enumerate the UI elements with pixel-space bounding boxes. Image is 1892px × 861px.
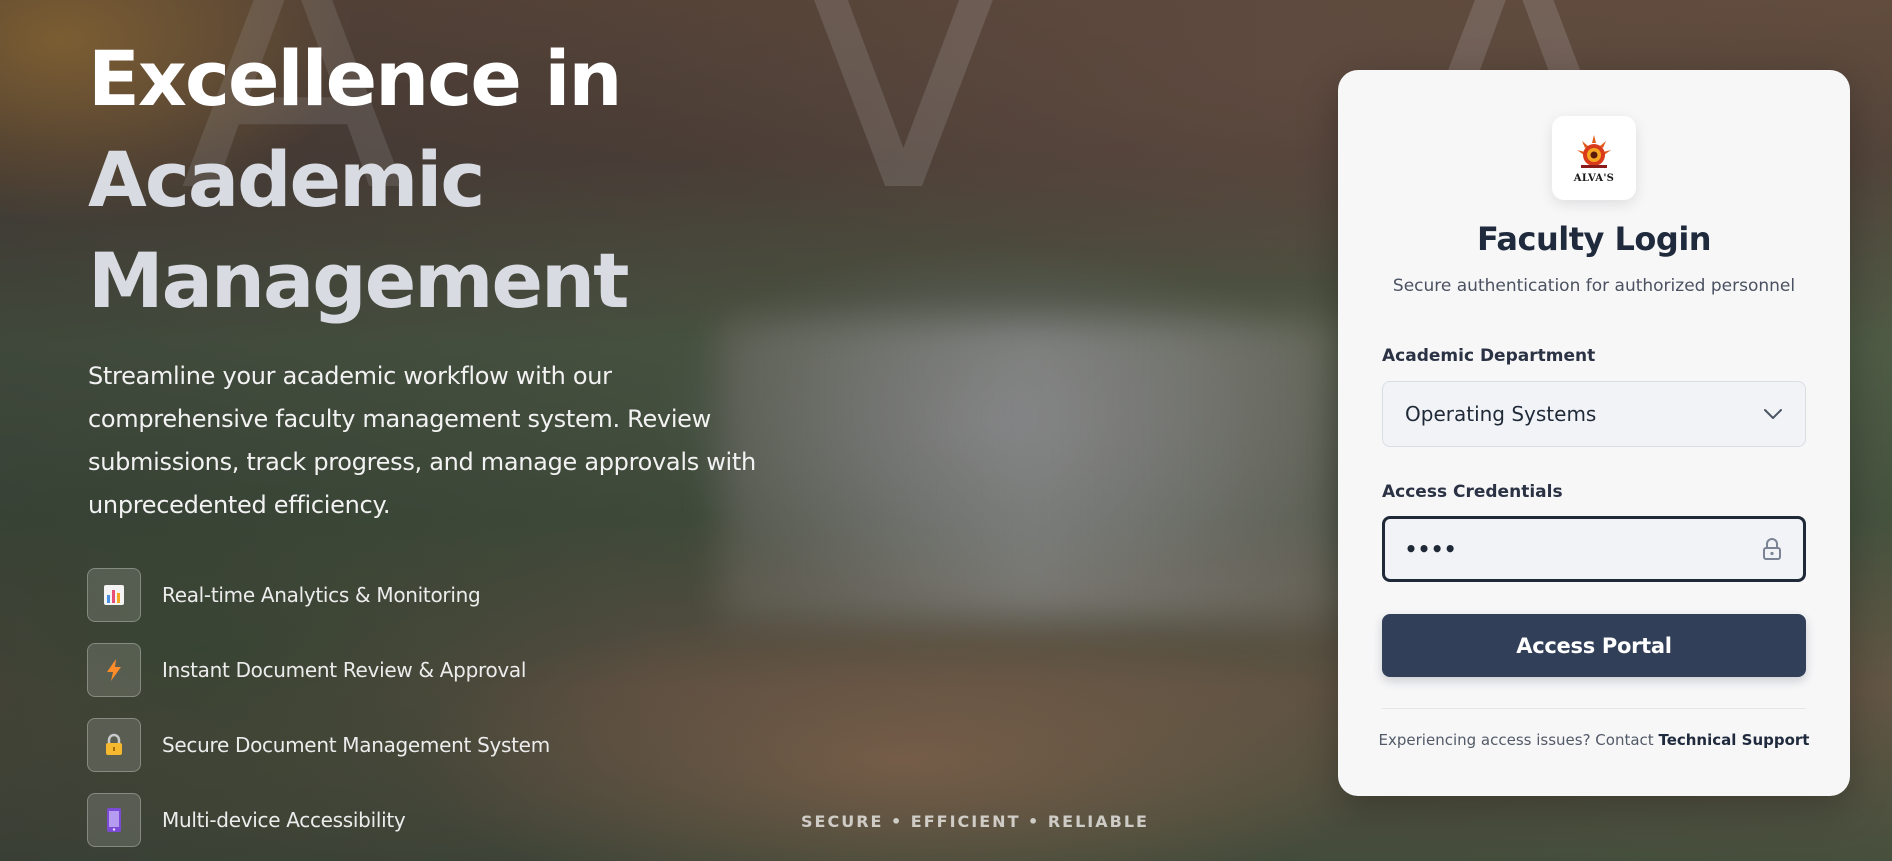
credentials-label: Access Credentials — [1382, 482, 1563, 502]
university-logo: ALVA'S — [1552, 116, 1636, 200]
feature-label: Secure Document Management System — [162, 733, 550, 757]
hero-description: Streamline your academic workflow with o… — [88, 362, 756, 519]
feature-label: Instant Document Review & Approval — [162, 658, 527, 682]
feature-item-review: Instant Document Review & Approval — [87, 643, 647, 697]
lock-icon — [1763, 538, 1781, 560]
login-subtitle: Secure authentication for authorized per… — [1392, 276, 1796, 296]
feature-list: Real-time Analytics & Monitoring Instant… — [87, 568, 647, 861]
mobile-icon — [87, 793, 141, 847]
lock-icon — [87, 718, 141, 772]
access-portal-button[interactable]: Access Portal — [1382, 614, 1806, 677]
hero-title: Excellence in Academic Management — [88, 28, 788, 331]
hero-title-line3: Management — [88, 236, 629, 325]
logo-text: ALVA'S — [1573, 172, 1615, 184]
divider — [1382, 708, 1806, 709]
support-text: Experiencing access issues? Contact — [1378, 731, 1654, 749]
department-select-value: Operating Systems — [1405, 402, 1597, 426]
department-label: Academic Department — [1382, 346, 1596, 366]
emblem-icon — [1577, 134, 1611, 168]
feature-label: Real-time Analytics & Monitoring — [162, 583, 481, 607]
support-message: Experiencing access issues? Contact Tech… — [1338, 731, 1850, 749]
bar-chart-icon — [87, 568, 141, 622]
chevron-down-icon — [1764, 409, 1782, 419]
feature-item-analytics: Real-time Analytics & Monitoring — [87, 568, 647, 622]
password-input-value: •••• — [1405, 537, 1458, 561]
feature-label: Multi-device Accessibility — [162, 808, 406, 832]
hero-title-line1: Excellence in — [88, 34, 623, 123]
feature-item-secure: Secure Document Management System — [87, 718, 647, 772]
tagline: SECURE • EFFICIENT • RELIABLE — [801, 812, 1149, 831]
feature-item-multidevice: Multi-device Accessibility — [87, 793, 647, 847]
lightning-icon — [87, 643, 141, 697]
login-title: Faculty Login — [1476, 220, 1712, 258]
department-select[interactable]: Operating Systems — [1382, 381, 1806, 447]
login-card: ALVA'S Faculty Login Secure authenticati… — [1338, 70, 1850, 796]
technical-support-link[interactable]: Technical Support — [1658, 731, 1809, 749]
password-input[interactable]: •••• — [1382, 516, 1806, 582]
hero-title-line2: Academic — [88, 135, 485, 224]
